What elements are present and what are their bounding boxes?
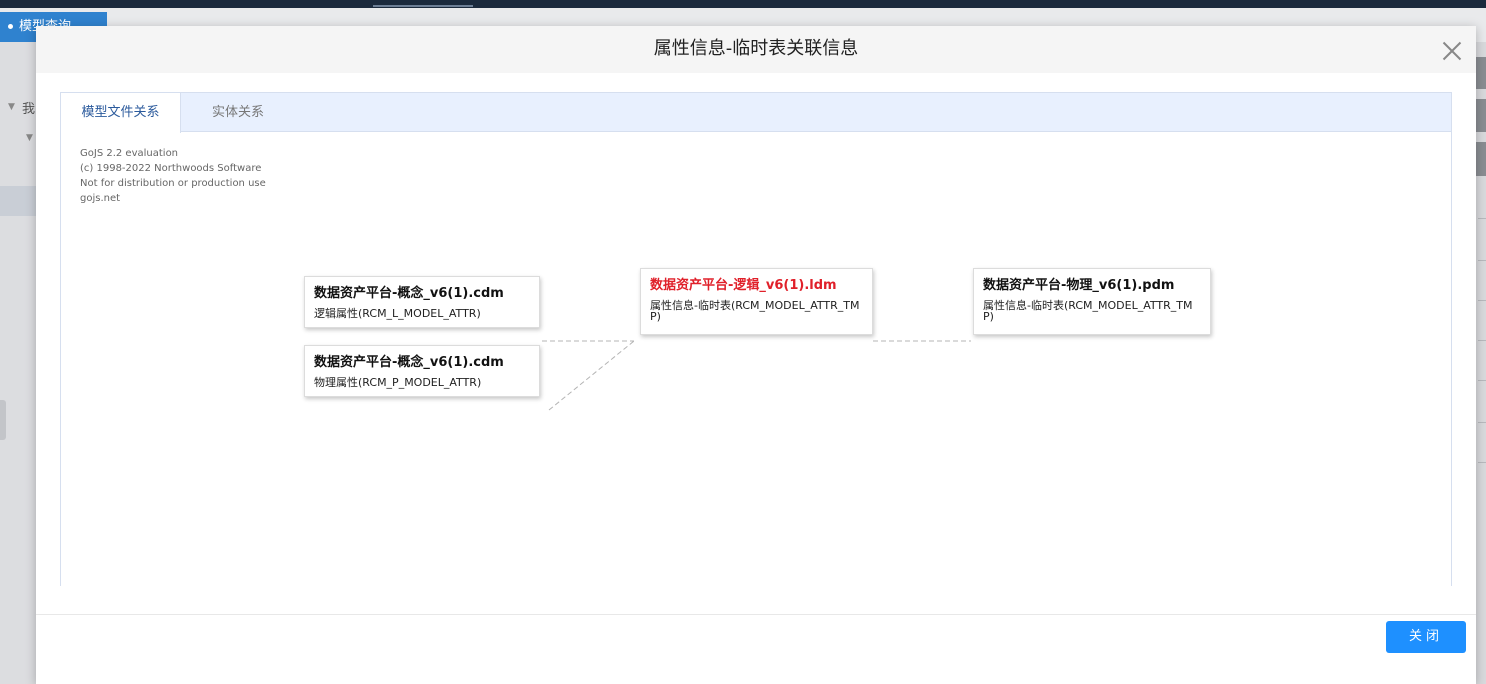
- tab-panel: 模型文件关系 实体关系 GoJS 2.2 evaluation (c) 1998…: [60, 92, 1452, 587]
- modal-footer: 关闭: [36, 614, 1476, 684]
- app-top-bar: [0, 0, 1486, 8]
- background-block: [1476, 57, 1486, 89]
- background-block: [1476, 142, 1486, 176]
- background-divider: [1478, 300, 1486, 301]
- close-icon[interactable]: [1442, 41, 1462, 61]
- node-subtitle: 属性信息-临时表(RCM_MODEL_ATTR_TMP): [983, 299, 1193, 323]
- background-divider: [1478, 260, 1486, 261]
- background-sidebar-active-item: [0, 186, 36, 216]
- node-subtitle: 物理属性(RCM_P_MODEL_ATTR): [314, 376, 482, 389]
- dot-icon: [8, 24, 13, 29]
- tab-model-file-relation[interactable]: 模型文件关系: [61, 93, 181, 133]
- caret-down-icon: ▼: [26, 133, 33, 143]
- background-divider: [1478, 340, 1486, 341]
- background-divider: [1478, 218, 1486, 219]
- caret-down-icon: ▼: [8, 102, 15, 112]
- background-block: [1476, 99, 1486, 132]
- node-title: 数据资产平台-概念_v6(1).cdm: [314, 286, 504, 301]
- background-sidebar-label: 我: [22, 102, 36, 117]
- top-bar-tab-indicator: [373, 5, 473, 7]
- background-divider: [1478, 380, 1486, 381]
- diagram-node-conceptual-physical[interactable]: 数据资产平台-概念_v6(1).cdm 物理属性(RCM_P_MODEL_ATT…: [304, 345, 540, 397]
- background-right-panel: [1476, 42, 1486, 684]
- diagram-links: [542, 340, 971, 411]
- close-button[interactable]: 关闭: [1386, 621, 1466, 653]
- node-title: 数据资产平台-物理_v6(1).pdm: [983, 278, 1175, 293]
- tab-entity-relation[interactable]: 实体关系: [181, 93, 295, 132]
- modal-header: 属性信息-临时表关联信息: [36, 26, 1476, 73]
- background-sidebar: ▼ 我 ▼: [0, 42, 36, 684]
- link-line: [548, 340, 635, 411]
- diagram-node-physical[interactable]: 数据资产平台-物理_v6(1).pdm 属性信息-临时表(RCM_MODEL_A…: [973, 268, 1211, 335]
- diagram-node-conceptual-logical[interactable]: 数据资产平台-概念_v6(1).cdm 逻辑属性(RCM_L_MODEL_ATT…: [304, 276, 540, 328]
- node-title: 数据资产平台-逻辑_v6(1).ldm: [650, 278, 837, 293]
- node-title: 数据资产平台-概念_v6(1).cdm: [314, 355, 504, 370]
- background-divider: [1478, 422, 1486, 423]
- modal-title: 属性信息-临时表关联信息: [653, 38, 859, 59]
- node-subtitle: 属性信息-临时表(RCM_MODEL_ATTR_TMP): [650, 299, 860, 323]
- relation-info-modal: 属性信息-临时表关联信息 模型文件关系 实体关系 GoJS 2.2 evalua…: [36, 26, 1476, 684]
- background-divider: [1478, 462, 1486, 463]
- relation-diagram[interactable]: GoJS 2.2 evaluation (c) 1998-2022 Northw…: [61, 133, 1451, 587]
- diagram-node-logical[interactable]: 数据资产平台-逻辑_v6(1).ldm 属性信息-临时表(RCM_MODEL_A…: [640, 268, 873, 335]
- sidebar-collapse-handle[interactable]: [0, 400, 6, 440]
- tab-bar: 模型文件关系 实体关系: [61, 93, 1451, 133]
- node-subtitle: 逻辑属性(RCM_L_MODEL_ATTR): [314, 307, 481, 320]
